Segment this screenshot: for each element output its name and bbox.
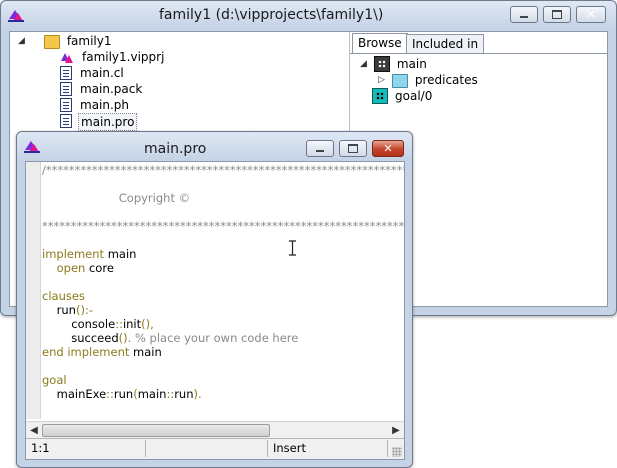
tree-item-main-pack[interactable]: main.pack: [60, 81, 144, 97]
tab-included-in[interactable]: Included in: [406, 34, 485, 54]
tab-browse[interactable]: Browse: [352, 33, 408, 55]
tree-item-label: main.pack: [80, 82, 143, 96]
browse-item-predicates[interactable]: ▷ predicates: [378, 72, 480, 88]
code-line: end implement main: [42, 345, 162, 359]
status-bar: 1:1 Insert: [26, 438, 404, 459]
scroll-right-icon[interactable]: ▶: [388, 422, 404, 439]
editor-maximize-button[interactable]: [339, 140, 367, 157]
editor-gutter: [26, 162, 41, 419]
project-file-icon: [61, 53, 73, 63]
code-line: clauses: [42, 289, 85, 303]
class-icon: [373, 56, 390, 72]
browse-item-label: main: [396, 57, 427, 71]
editor-client: /***************************************…: [25, 161, 405, 460]
horizontal-scrollbar[interactable]: ◀ ▶: [26, 421, 404, 439]
project-titlebar[interactable]: family1 (d:\vipprojects\family1\) ✕: [1, 1, 616, 29]
tree-item-family1-vipprj[interactable]: family1.vipprj: [60, 49, 166, 65]
maximize-icon: [348, 144, 358, 153]
minimize-icon: [316, 150, 324, 152]
maximize-button[interactable]: [543, 6, 571, 23]
package-file-icon: [60, 82, 72, 96]
editor-window: main.pro ✕ /****************************…: [16, 131, 413, 468]
insert-mode: Insert: [268, 440, 388, 457]
tree-item-label: main.pro: [78, 113, 138, 131]
resize-grip-icon[interactable]: [392, 447, 402, 457]
app-icon: [8, 10, 24, 22]
code-line: /***************************************…: [42, 163, 404, 177]
expand-icon[interactable]: ▷: [378, 72, 388, 88]
editor-window-title: main.pro: [144, 141, 207, 157]
editor-minimize-button[interactable]: [306, 140, 334, 157]
scroll-left-icon[interactable]: ◀: [26, 422, 42, 439]
document-icon: [60, 66, 72, 80]
browse-item-label: predicates: [414, 73, 478, 87]
minimize-icon: [520, 16, 528, 18]
code-line: ****************************************…: [42, 219, 404, 233]
tree-item-main-cl[interactable]: main.cl: [60, 65, 126, 81]
document-icon: [60, 98, 72, 112]
close-button[interactable]: ✕: [576, 6, 606, 23]
browse-item-label: goal/0: [395, 89, 433, 103]
code-line: succeed(). % place your own code here: [71, 331, 299, 345]
code-line: console::init(),: [71, 317, 154, 331]
folder-icon: [391, 74, 408, 88]
editor-titlebar[interactable]: main.pro ✕: [17, 132, 412, 160]
tree-item-main-ph[interactable]: main.ph: [60, 97, 131, 113]
tree-item-label: family1.vipprj: [82, 50, 165, 64]
close-icon: ✕: [586, 8, 596, 21]
tree-item-label: main.cl: [80, 66, 124, 80]
code-line: goal: [42, 373, 67, 387]
tree-root-label: family1: [66, 34, 112, 48]
text-cursor-icon: [289, 240, 296, 256]
scrollbar-thumb[interactable]: [42, 424, 270, 437]
browse-item-goal[interactable]: goal/0: [372, 88, 434, 104]
tree-item-main-pro[interactable]: main.pro: [60, 113, 138, 131]
code-line: implement main: [42, 247, 137, 261]
code-line: open core: [56, 261, 114, 275]
maximize-icon: [552, 10, 562, 19]
project-window-title: family1 (d:\vipprojects\family1\): [159, 7, 384, 23]
collapse-icon[interactable]: ◢: [360, 56, 370, 72]
status-empty: [146, 440, 268, 457]
collapse-icon[interactable]: ◢: [18, 33, 28, 49]
cursor-position: 1:1: [26, 440, 146, 457]
close-icon: ✕: [383, 142, 393, 155]
tree-root[interactable]: ◢ family1: [18, 33, 114, 49]
code-editor[interactable]: /***************************************…: [42, 163, 404, 419]
editor-close-button[interactable]: ✕: [372, 140, 404, 157]
document-icon: [60, 114, 72, 128]
predicate-icon: [372, 88, 388, 104]
code-line: mainExe::run(main::run).: [56, 387, 202, 401]
code-line: run():-: [56, 303, 93, 317]
folder-icon: [43, 35, 60, 49]
minimize-button[interactable]: [510, 6, 538, 23]
code-line: Copyright ©: [42, 191, 191, 205]
tree-item-label: main.ph: [80, 98, 130, 112]
app-icon: [24, 141, 40, 153]
browse-item-main[interactable]: ◢ main: [360, 56, 429, 72]
